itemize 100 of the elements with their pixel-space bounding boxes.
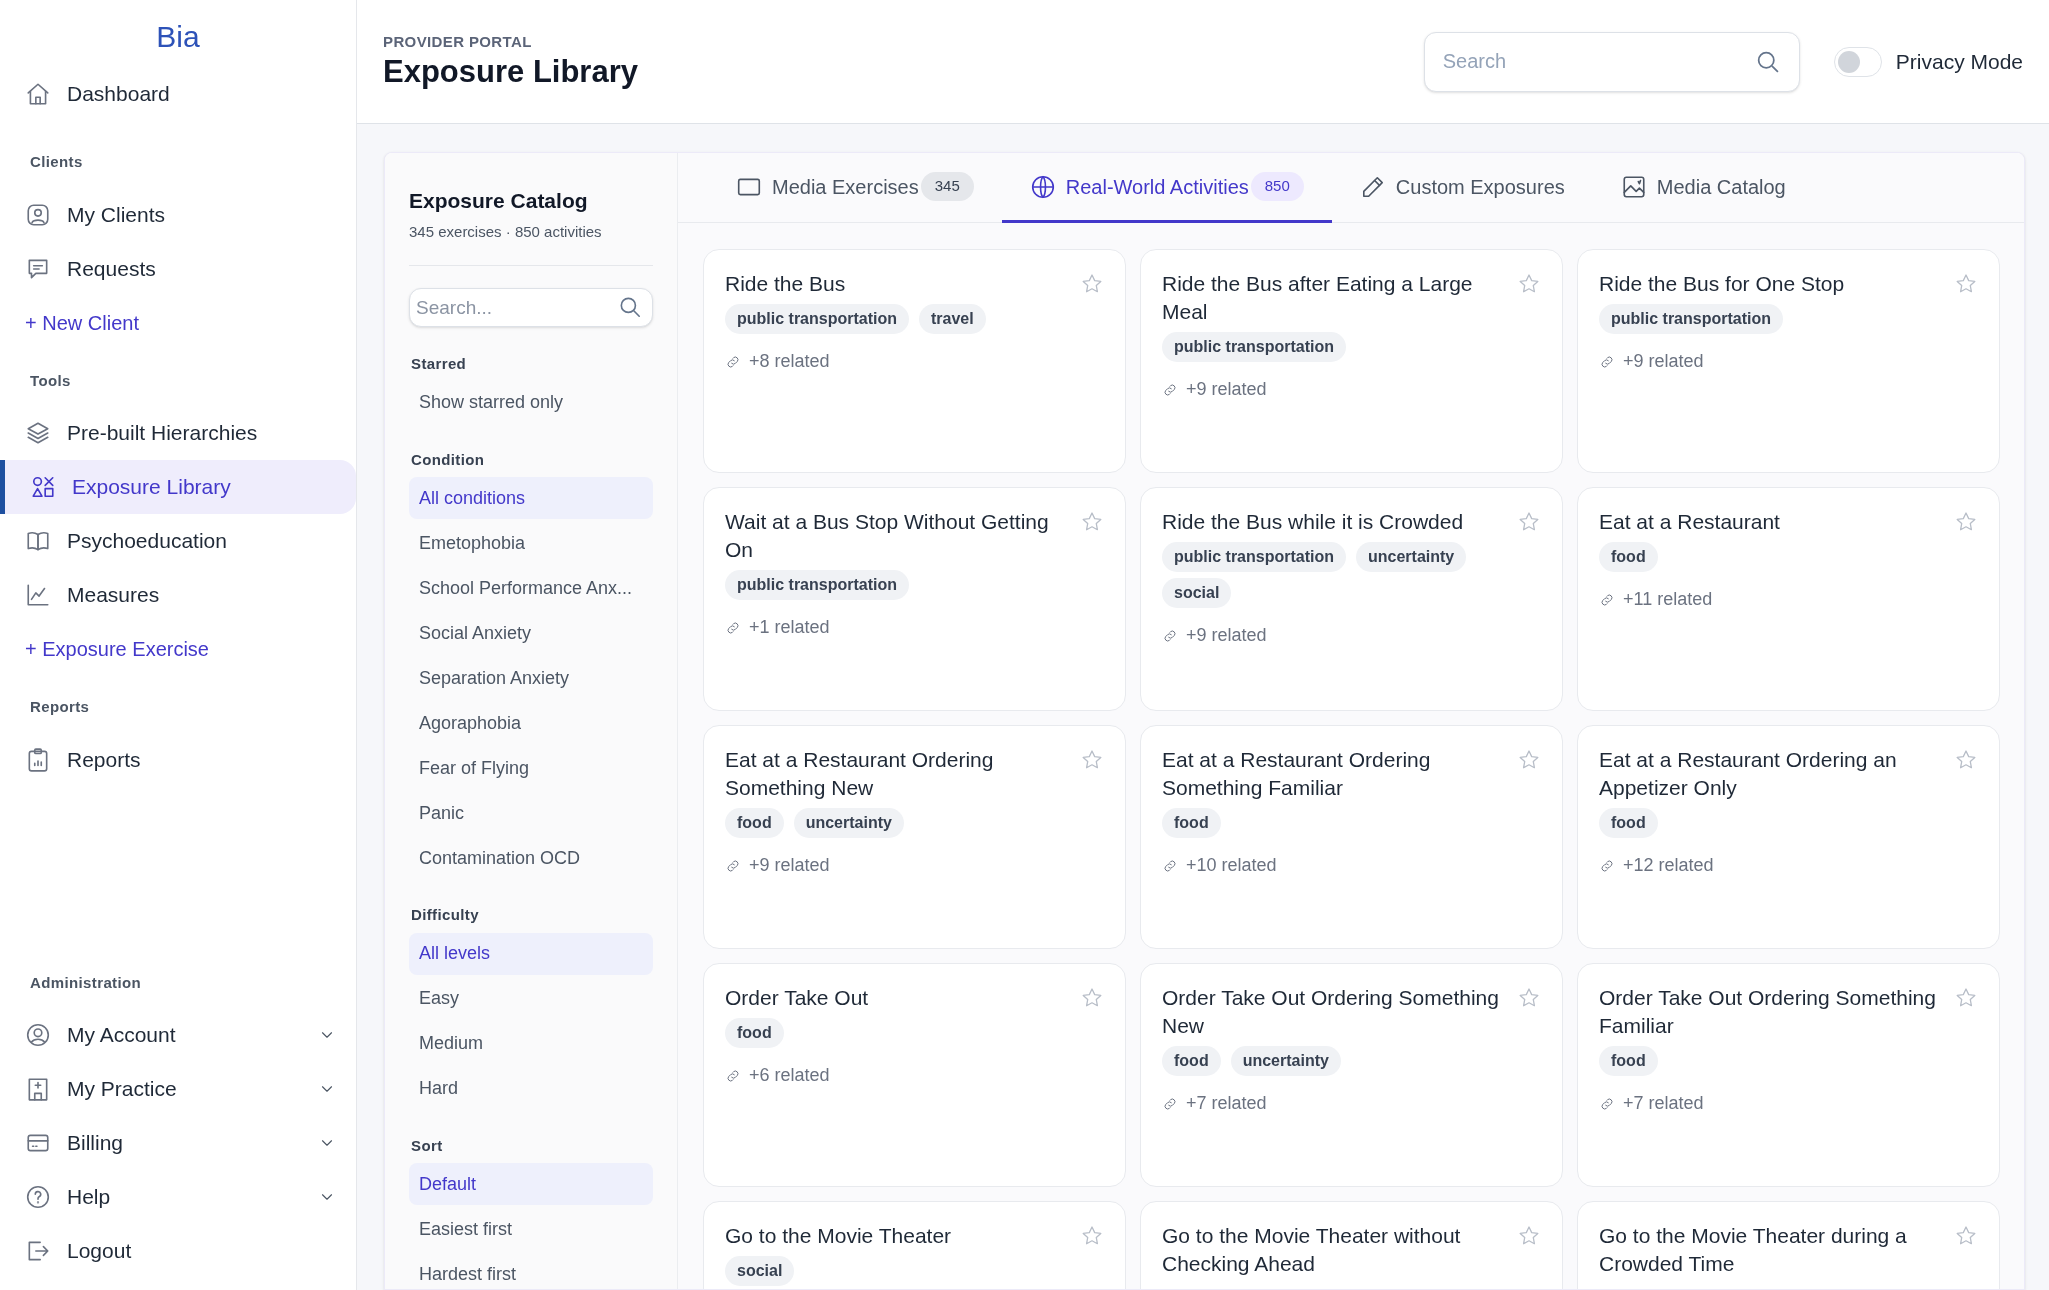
link-icon xyxy=(725,1067,741,1084)
activity-card[interactable]: Go to the Movie Theater during a Crowded Time xyxy=(1577,1201,2000,1289)
tag: uncertainty xyxy=(1356,542,1467,572)
shapes-icon xyxy=(30,474,56,500)
add-link[interactable]: + Exposure Exercise xyxy=(0,622,356,676)
nav-item[interactable]: Help xyxy=(0,1170,356,1224)
page-eyebrow: PROVIDER PORTAL xyxy=(383,31,533,52)
filter-option[interactable]: Easy xyxy=(409,977,653,1020)
tag: travel xyxy=(919,304,986,334)
related-count: +7 related xyxy=(1186,1092,1267,1115)
activity-card[interactable]: Order Take Out Ordering Something New food uncertainty +7 related xyxy=(1140,963,1563,1187)
nav-item[interactable]: Pre-built Hierarchies xyxy=(0,406,356,460)
filter-option[interactable]: All levels xyxy=(409,932,653,975)
tag: uncertainty xyxy=(1230,1046,1341,1076)
activity-card[interactable]: Go to the Movie Theater without Checking Ahead xyxy=(1140,1201,1563,1289)
filter-option[interactable]: Show starred only xyxy=(409,381,653,424)
nav-item[interactable]: My Account xyxy=(0,1008,356,1062)
link-icon xyxy=(725,857,741,874)
activity-card[interactable]: Go to the Movie Theater social xyxy=(703,1201,1126,1289)
nav-item[interactable]: My Clients xyxy=(0,187,356,242)
filter-option[interactable]: Contamination OCD xyxy=(409,837,653,879)
tag: food xyxy=(725,808,784,838)
tab[interactable]: Media Exercises 345 xyxy=(708,153,1002,223)
nav-item[interactable]: Billing xyxy=(0,1116,356,1170)
related-count: +9 related xyxy=(1623,350,1704,373)
card-title: Go to the Movie Theater without Checking Ahead xyxy=(1162,1223,1462,1277)
link-icon xyxy=(1599,857,1615,874)
related-count: +1 related xyxy=(749,616,830,639)
nav-item[interactable]: Measures xyxy=(0,568,356,622)
activity-card[interactable]: Ride the Bus after Eating a Large Meal public transportation +9 related xyxy=(1140,249,1563,473)
section-heading: Tools xyxy=(29,370,72,391)
count-badge: 345 xyxy=(920,172,974,201)
tag: food xyxy=(725,1018,784,1048)
tag: food xyxy=(1599,542,1658,572)
card-title: Ride the Bus after Eating a Large Meal xyxy=(1162,271,1474,325)
filter-option[interactable]: Default xyxy=(409,1163,653,1205)
tag: food xyxy=(1599,808,1658,838)
globe-icon xyxy=(1029,173,1056,200)
filter-option[interactable]: Agoraphobia xyxy=(409,702,653,744)
related-count: +9 related xyxy=(1186,624,1267,647)
card-title: Eat at a Restaurant Ordering Something New xyxy=(725,747,995,801)
tag: social xyxy=(1162,578,1232,608)
search-field[interactable]: Search xyxy=(1423,31,1800,92)
activity-card[interactable]: Wait at a Bus Stop Without Getting On public transportation +1 related xyxy=(703,487,1126,711)
filter-option[interactable]: Fear of Flying xyxy=(409,747,653,789)
related-count: +10 related xyxy=(1186,854,1277,877)
card-title: Ride the Bus xyxy=(725,271,847,297)
filter-option[interactable]: Panic xyxy=(409,792,653,834)
filter-option[interactable]: Social Anxiety xyxy=(409,612,653,654)
activity-card[interactable]: Eat at a Restaurant food +11 related xyxy=(1577,487,2000,711)
user-icon xyxy=(25,1022,51,1048)
card-title: Wait at a Bus Stop Without Getting On xyxy=(725,509,1050,563)
activity-card[interactable]: Eat at a Restaurant Ordering Something Familiar food +10 related xyxy=(1140,725,1563,949)
activity-card[interactable]: Order Take Out Ordering Something Familiar food +7 related xyxy=(1577,963,2000,1187)
filter-option[interactable]: Emetophobia xyxy=(409,522,653,564)
activity-card[interactable]: Ride the Bus while it is Crowded public transportation uncertainty social +9 related xyxy=(1140,487,1563,711)
activity-card[interactable]: Order Take Out food +6 related xyxy=(703,963,1126,1187)
tag: social xyxy=(725,1256,795,1286)
activity-card[interactable]: Ride the Bus public transportation travel +8 related xyxy=(703,249,1126,473)
privacy-toggle[interactable] xyxy=(1833,46,1882,77)
nav-item[interactable]: Dashboard xyxy=(0,67,356,121)
tag: food xyxy=(1162,808,1221,838)
search-field[interactable]: Search... xyxy=(409,288,653,327)
filter-option[interactable]: Easiest first xyxy=(409,1208,653,1250)
nav-item[interactable]: Exposure Library xyxy=(0,460,356,514)
help-icon xyxy=(25,1184,51,1210)
filter-heading: Sort xyxy=(410,1135,444,1156)
activity-card[interactable]: Eat at a Restaurant Ordering Something New food uncertainty +9 related xyxy=(703,725,1126,949)
tab[interactable]: Real-World Activities 850 xyxy=(1001,153,1332,223)
filter-option[interactable]: Hardest first xyxy=(409,1253,653,1289)
filter-heading: Starred xyxy=(410,354,468,374)
nav-item[interactable]: Logout xyxy=(0,1224,356,1278)
nav-item[interactable]: Reports xyxy=(0,732,356,787)
filter-option[interactable]: Separation Anxiety xyxy=(409,657,653,699)
tab[interactable]: Media Catalog xyxy=(1592,153,1814,223)
related-count: +9 related xyxy=(1186,378,1267,401)
filter-option[interactable]: School Performance Anx... xyxy=(409,567,653,609)
add-link[interactable]: + New Client xyxy=(0,295,356,350)
card-title: Eat at a Restaurant xyxy=(1599,509,1781,535)
tab[interactable]: Custom Exposures xyxy=(1331,153,1593,223)
activity-card[interactable]: Ride the Bus for One Stop public transportation +9 related xyxy=(1577,249,2000,473)
tag: uncertainty xyxy=(793,808,904,838)
related-count: +7 related xyxy=(1623,1092,1704,1115)
nav-item[interactable]: My Practice xyxy=(0,1062,356,1116)
related-count: +12 related xyxy=(1623,854,1714,877)
section-heading: Clients xyxy=(29,152,84,172)
nav-item[interactable]: Psychoeducation xyxy=(0,514,356,568)
filter-option[interactable]: Hard xyxy=(409,1067,653,1110)
tag: public transportation xyxy=(725,304,909,334)
related-count: +9 related xyxy=(749,854,830,877)
count-badge: 850 xyxy=(1250,172,1304,201)
filter-option[interactable]: All conditions xyxy=(409,477,653,519)
filter-option[interactable]: Medium xyxy=(409,1022,653,1065)
tag: public transportation xyxy=(725,570,909,600)
toggle-label: Privacy Mode xyxy=(1895,48,2023,75)
card-title: Order Take Out Ordering Something New xyxy=(1162,985,1500,1039)
catalog-subtitle: 345 exercises · 850 activities xyxy=(409,220,653,266)
activity-card[interactable]: Eat at a Restaurant Ordering an Appetizer Only food +12 related xyxy=(1577,725,2000,949)
nav-item[interactable]: Requests xyxy=(0,241,356,296)
card-title: Ride the Bus while it is Crowded xyxy=(1162,509,1465,535)
